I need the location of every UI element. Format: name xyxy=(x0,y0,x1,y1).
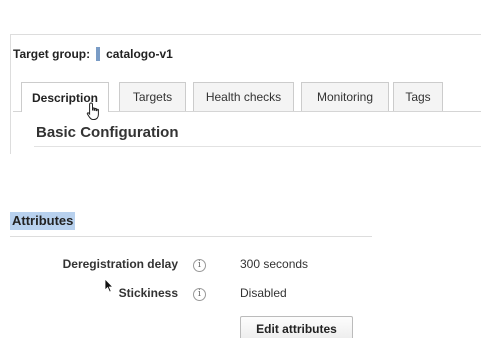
tab-health-checks[interactable]: Health checks xyxy=(193,82,294,111)
section-divider xyxy=(34,146,481,147)
stickiness-label: Stickiness xyxy=(118,286,178,300)
tab-tags[interactable]: Tags xyxy=(393,82,443,111)
tab-label: Description xyxy=(31,90,98,105)
tab-targets[interactable]: Targets xyxy=(119,82,186,111)
deregistration-delay-label: Deregistration delay xyxy=(62,257,178,271)
attributes-title: Attributes xyxy=(10,212,76,230)
tab-label: Tags xyxy=(405,90,431,104)
basic-configuration-title: Basic Configuration xyxy=(36,124,179,141)
tab-label: Health checks xyxy=(205,90,282,104)
deregistration-delay-value: 300 seconds xyxy=(240,257,309,271)
info-icon[interactable]: i xyxy=(193,288,206,301)
target-group-marker xyxy=(96,47,101,61)
attributes-divider xyxy=(10,236,372,237)
edit-attributes-button[interactable]: Edit attributes xyxy=(240,316,353,338)
tab-bar: Description Targets Health checks Monito… xyxy=(13,82,481,112)
tab-label: Monitoring xyxy=(316,90,374,104)
tab-description[interactable]: Description xyxy=(21,82,109,112)
target-group-header: Target group: catalogo-v1 xyxy=(13,47,173,61)
tab-label: Targets xyxy=(132,90,173,104)
target-group-name: catalogo-v1 xyxy=(106,47,173,61)
info-icon[interactable]: i xyxy=(193,259,206,272)
target-group-label: Target group: xyxy=(13,47,91,61)
tab-monitoring[interactable]: Monitoring xyxy=(301,82,389,111)
stickiness-value: Disabled xyxy=(240,286,287,300)
